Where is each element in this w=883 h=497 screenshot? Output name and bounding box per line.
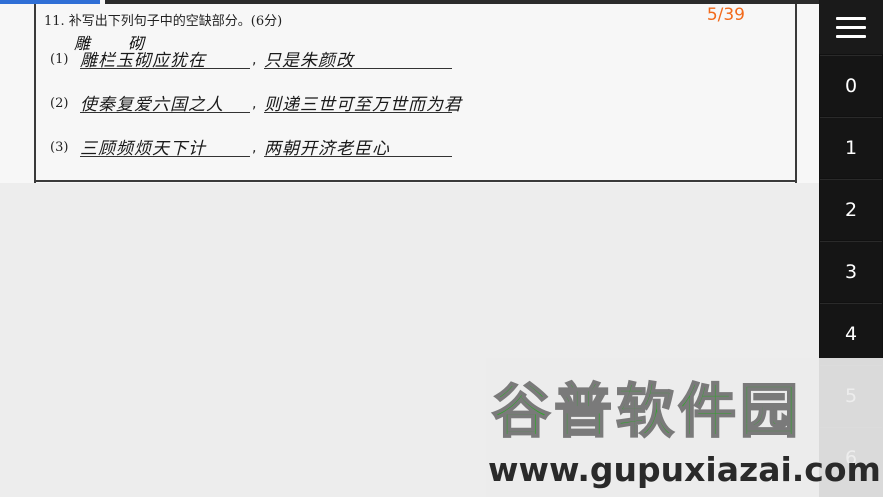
row-number: (2) [50, 96, 69, 111]
box-bottom-border [34, 180, 797, 182]
row-number: (3) [50, 140, 69, 155]
answer-sheet-image: 11. 补写出下列句子中的空缺部分。(6分) 雕 砌 (1) 雕栏玉砌应犹在 ,… [0, 0, 819, 183]
page-item[interactable]: 4 [820, 303, 882, 364]
answer-row-3: (3) 三顾频烦天下计 , 两朝开济老臣心 [50, 132, 470, 160]
page-item[interactable]: 2 [820, 179, 882, 240]
row-number: (1) [50, 52, 69, 67]
page-item[interactable]: 3 [820, 241, 882, 302]
sheet-top-border [105, 0, 819, 4]
answer-blank: 三顾频烦天下计 [80, 134, 250, 159]
answer-blank: 使秦复爱六国之人 [80, 90, 250, 115]
question-title: 11. 补写出下列句子中的空缺部分。(6分) [44, 14, 283, 29]
menu-button[interactable] [819, 0, 883, 54]
progress-bar [0, 0, 100, 4]
hamburger-icon [836, 11, 866, 44]
answer-blank: 雕栏玉砌应犹在 [80, 46, 250, 71]
watermark-url: www.gupuxiazai.com [488, 450, 881, 489]
watermark-logo: 谷普软件园 www.gupuxiazai.com [486, 358, 883, 497]
answer-row-2: (2) 使秦复爱六国之人 , 则递三世可至万世而为君 [50, 88, 470, 116]
page-item[interactable]: 0 [820, 55, 882, 116]
answer-blank: 只是朱颜改 [264, 46, 452, 71]
answer-blank: 则递三世可至万世而为君 [264, 90, 461, 115]
page-item[interactable]: 1 [820, 117, 882, 178]
watermark-title: 谷普软件园 [491, 376, 803, 446]
box-right-border [795, 4, 797, 183]
answer-blank: 两朝开济老臣心 [264, 134, 452, 159]
page-indicator: 5/39 [706, 5, 745, 25]
answer-row-1: (1) 雕栏玉砌应犹在 , 只是朱颜改 [50, 44, 470, 72]
box-left-border [34, 4, 36, 183]
